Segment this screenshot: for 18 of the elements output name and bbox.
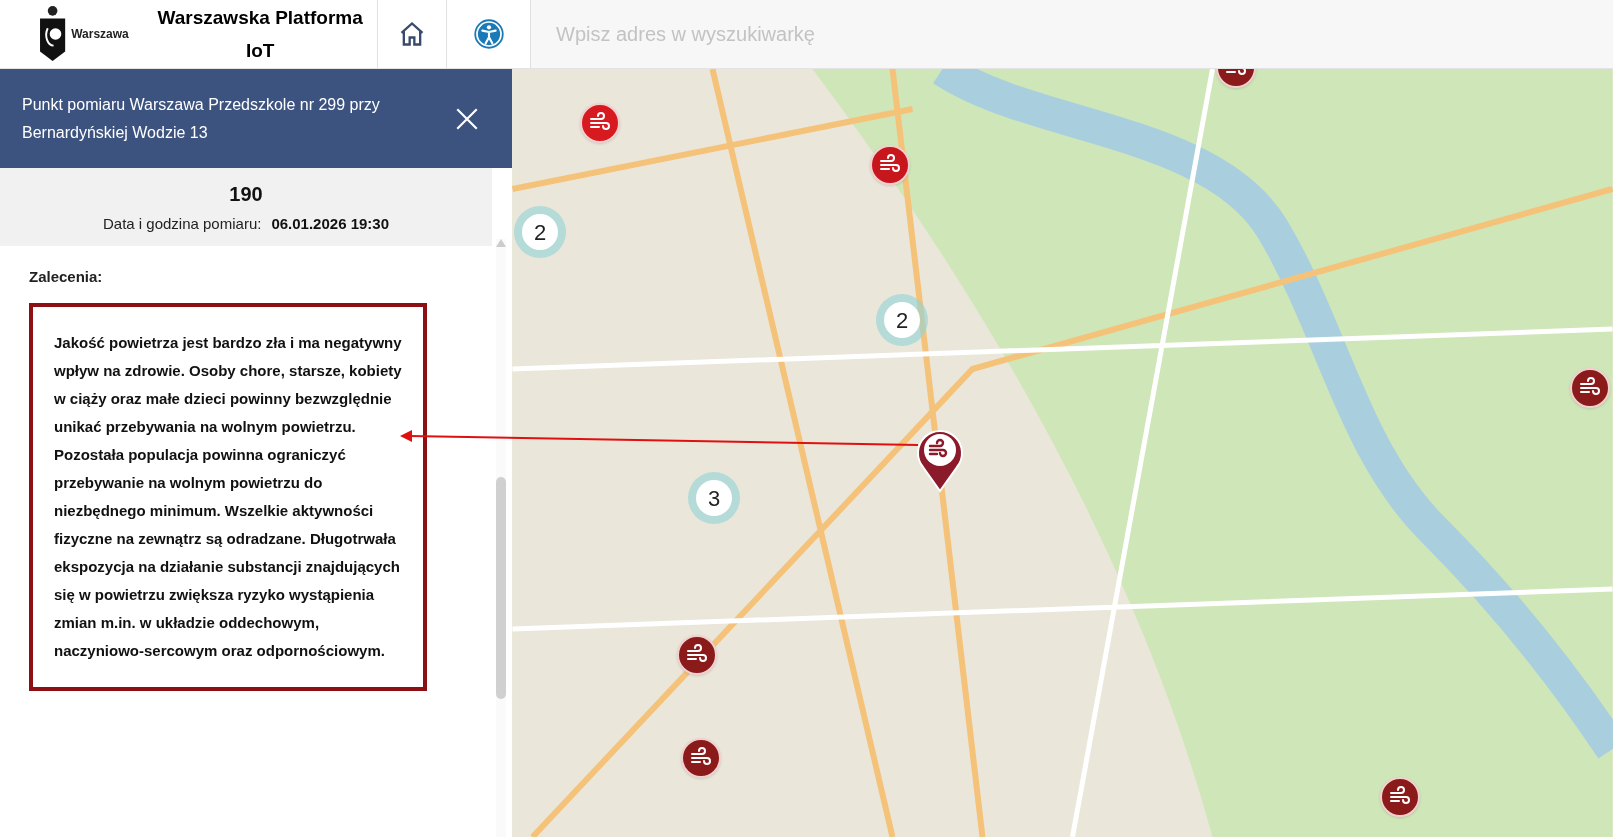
map-area[interactable]: 2 3 2 — [512, 69, 1613, 837]
city-crest-icon — [38, 5, 68, 63]
accessibility-icon — [472, 18, 505, 50]
date-value: 06.01.2026 19:30 — [271, 213, 389, 234]
cluster-marker[interactable]: 2 — [514, 206, 566, 258]
home-icon — [398, 20, 426, 48]
selected-pin[interactable] — [915, 427, 965, 493]
accessibility-button[interactable] — [446, 0, 531, 68]
app-title: Warszawska Platforma IoT — [156, 6, 364, 63]
date-label: Data i godzina pomiaru: — [102, 213, 262, 234]
section-label: Zalecenia: — [29, 267, 103, 287]
logo-text: Warszawa — [71, 26, 130, 43]
cluster-marker[interactable]: 3 — [688, 472, 740, 524]
scrollbar-thumb[interactable] — [496, 477, 506, 699]
measurement-value: 190 — [229, 181, 263, 207]
recommendation-text: Jakość powietrza jest bardzo zła i ma negatywny wpływ na zdrowie. Osoby chore, starsze, kobiety w ciąży oraz małe dzieci powinny bezwzględnie unikać przebywania na wolnym powietrzu. Pozostała populacja powinna ograniczyć przebywanie na wolnym powietrzu do niezbędnego minimum. Wszelkie aktywności fizyczne na zewnątrz są odradzane. Długotrwała ekspozycja na działanie substancji znajdujących się w powietrzu zwiększa ryzyko wystąpienia zmian m.in. w układzie oddechowym, naczyniowo-sercowym oraz odpornościowym. — [54, 332, 402, 661]
cluster-marker[interactable]: 2 — [876, 294, 928, 346]
panel-title: Punkt pomiaru Warszawa Przedszkole nr 299 przy Bernardyńskiej Wodzie 13 — [22, 94, 381, 143]
